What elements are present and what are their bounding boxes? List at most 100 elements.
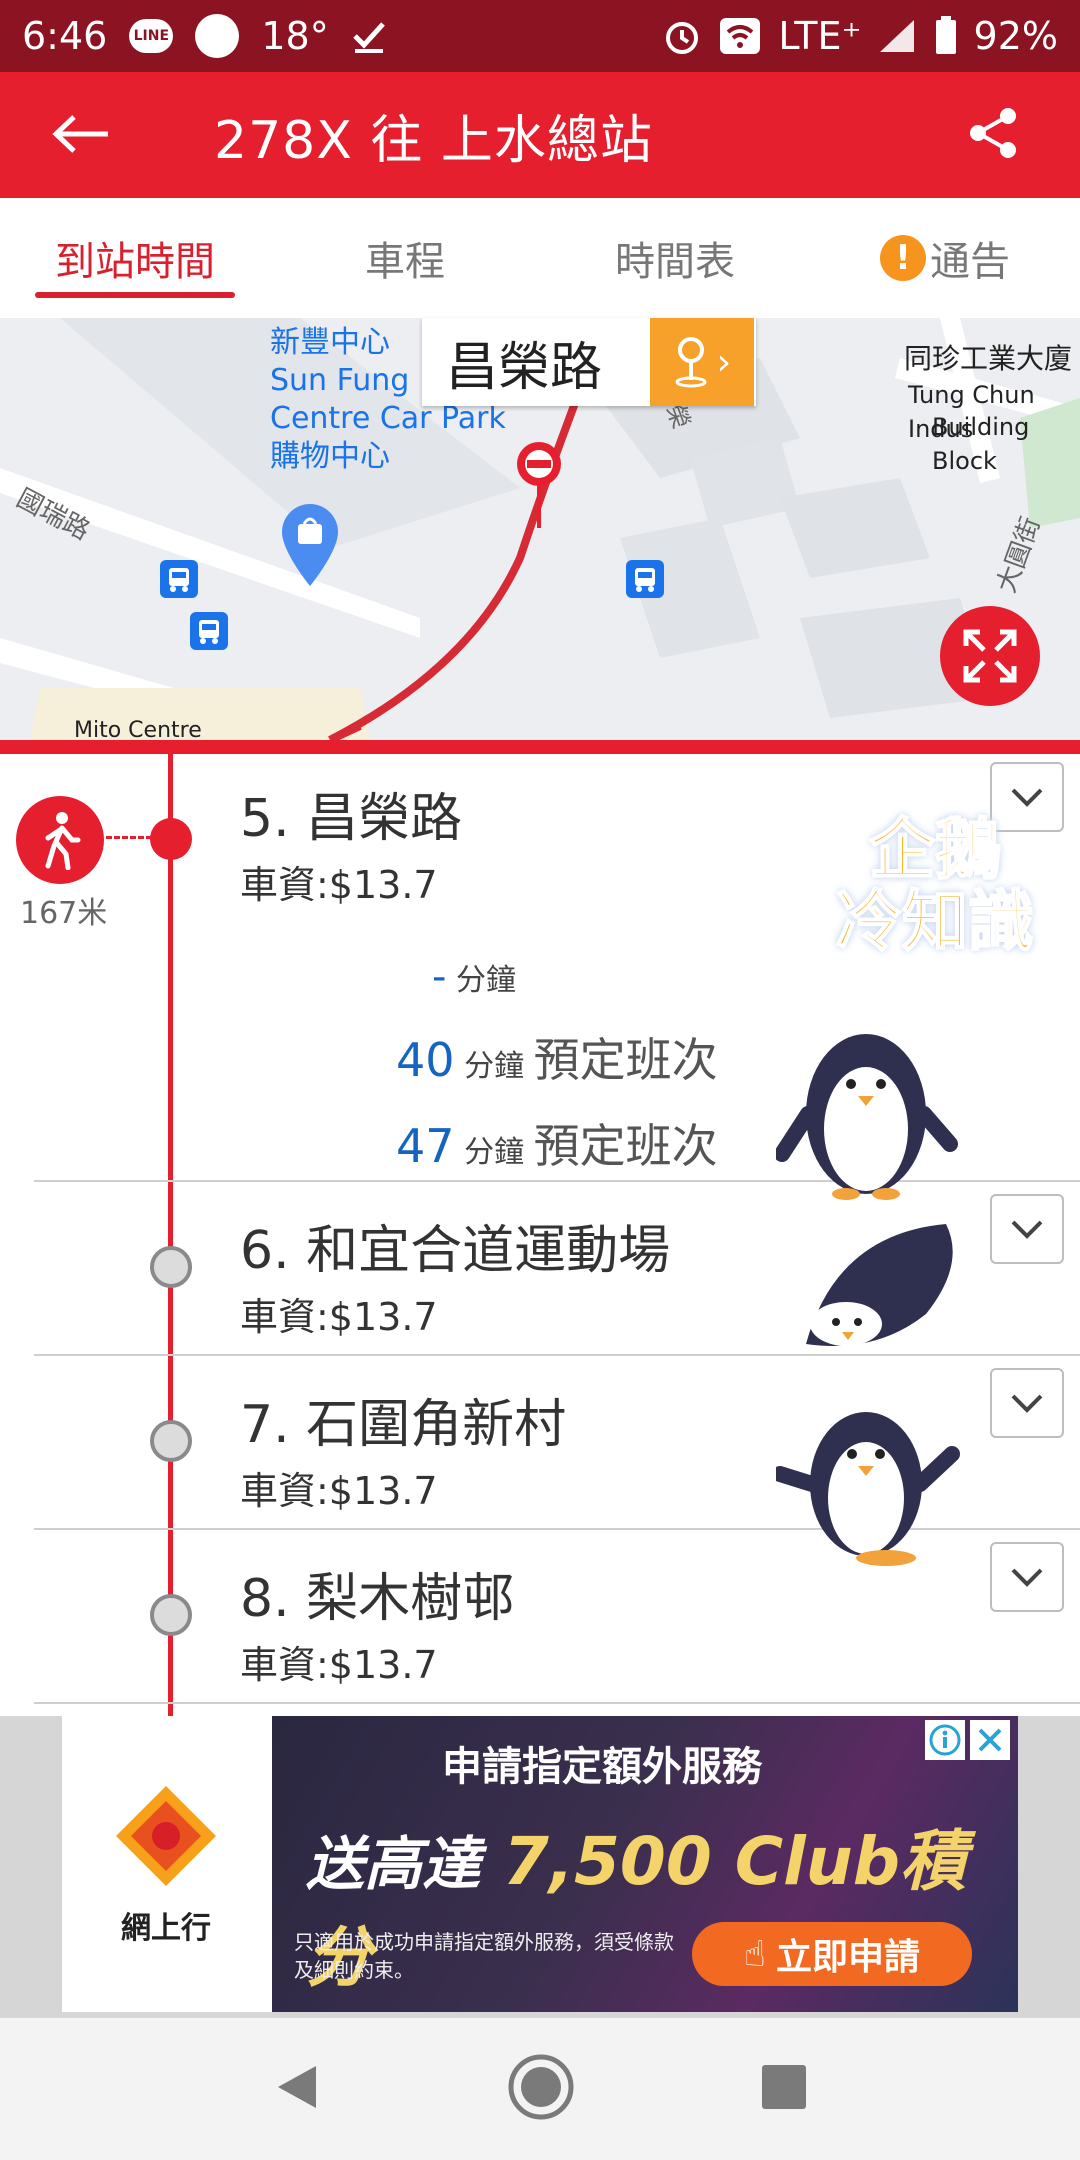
stop-fare: 車資:$13.7 (240, 1295, 438, 1339)
timeline-node-current (150, 818, 192, 860)
battery-level: 92% (973, 14, 1058, 58)
eta-row: - 分鐘 (432, 954, 516, 1000)
timeline-node (150, 1420, 192, 1462)
ad-info-button[interactable] (925, 1720, 965, 1760)
share-icon (970, 108, 1016, 158)
walk-connector (106, 836, 152, 839)
route-title: 278X 往 上水總站 (214, 110, 653, 171)
status-time: 6:46 (22, 14, 108, 58)
eta-note: 預定班次 (533, 1033, 718, 1087)
hand-pointer-icon: ☝ (744, 1933, 766, 1975)
ad-close-button[interactable] (970, 1720, 1010, 1760)
home-circle-icon (508, 2054, 574, 2120)
eta-minutes: 40 (396, 1033, 455, 1087)
map-label-tung-chun-en2: Building Block (932, 413, 1030, 475)
timeline-node (150, 1594, 192, 1636)
stop-marker-icon (517, 442, 561, 528)
walk-button[interactable] (16, 796, 104, 884)
signal-icon (879, 20, 914, 52)
battery-icon (935, 16, 956, 54)
wifi-icon (720, 18, 761, 54)
eta-minutes: 47 (396, 1119, 455, 1173)
download-check-icon (352, 22, 385, 53)
stop-list[interactable]: 167米 5. 昌榮路 車資:$13.7 - 分鐘 40 分鐘 預定班次 47 … (0, 754, 1080, 1716)
expand-map-button[interactable] (940, 606, 1040, 706)
promo-line-2: 冷知識 (835, 883, 1035, 960)
eta-unit: 分鐘 (464, 1135, 525, 1170)
penguin-illustration-icon[interactable] (776, 1014, 976, 1574)
expand-stop-button[interactable] (990, 1194, 1064, 1264)
system-nav-bar (0, 2018, 1080, 2160)
netvigator-logo-icon (116, 1786, 216, 1886)
tab-label: 通告 (930, 239, 1010, 285)
alarm-icon (666, 22, 699, 54)
ad-brand-logo: 網上行 (62, 1716, 270, 2012)
stop-name: 6. 和宜合道運動場 (240, 1221, 671, 1281)
eta-minutes: - (432, 954, 447, 1000)
bus-stop-icon (160, 560, 198, 598)
line-notification-icon: LINE (129, 19, 174, 53)
walk-distance: 167米 (20, 896, 108, 931)
eta-note: 預定班次 (533, 1119, 718, 1173)
stop-name: 8. 梨木樹邨 (240, 1569, 515, 1629)
stop-name: 7. 石圍角新村 (240, 1395, 567, 1455)
status-bar: 6:46 LINE 18° LTE⁺ 92% (0, 0, 1080, 72)
map-label-mito: Mito Centre (74, 718, 202, 740)
map-stop-callout[interactable]: 昌榮路 › (422, 318, 756, 406)
tab-arrival-time[interactable]: 到站時間 (0, 198, 270, 318)
tab-bar: 到站時間 車程 時間表 ! 通告 (0, 198, 1080, 318)
navigate-to-stop-button[interactable]: › (650, 318, 754, 406)
close-icon (978, 1728, 1002, 1752)
app-bar: 278X 往 上水總站 (0, 72, 1080, 198)
back-button[interactable] (52, 103, 144, 168)
ad-content[interactable]: 網上行 申請指定額外服務 送高達 7,500 Club積分 只適用於成功申請指定… (62, 1716, 1018, 2012)
tab-label: 到站時間 (55, 239, 215, 285)
ad-cta-label: 立即申請 (775, 1937, 920, 1978)
chevron-down-icon (1011, 1394, 1043, 1413)
tab-timetable[interactable]: 時間表 (540, 198, 810, 318)
bus-stop-icon (190, 612, 228, 650)
ad-brand-name: 網上行 (121, 1911, 211, 1946)
stop-fare: 車資:$13.7 (240, 1469, 438, 1513)
share-button[interactable] (966, 106, 1020, 164)
nav-back-button[interactable] (272, 2062, 322, 2116)
ad-headline: 申請指定額外服務 (442, 1744, 762, 1790)
expand-stop-button[interactable] (990, 1368, 1064, 1438)
walking-person-icon (45, 812, 81, 870)
stop-fare: 車資:$13.7 (240, 1643, 438, 1687)
notification-dot-icon (195, 14, 240, 58)
alert-icon: ! (880, 235, 926, 281)
square-recents-icon (762, 2065, 806, 2109)
chevron-down-icon (1011, 788, 1043, 807)
shopping-pin-icon (282, 504, 338, 586)
timeline-node (150, 1246, 192, 1288)
tab-journey[interactable]: 車程 (270, 198, 540, 318)
bus-stop-icon (626, 560, 664, 598)
eta-unit: 分鐘 (464, 1049, 525, 1084)
tab-label: 車程 (365, 239, 445, 285)
eta-row: 47 分鐘 預定班次 (396, 1110, 718, 1176)
status-temperature: 18° (261, 14, 329, 58)
nav-recents-button[interactable] (760, 2063, 808, 2115)
nav-home-button[interactable] (506, 2052, 576, 2126)
ad-creative[interactable]: 申請指定額外服務 送高達 7,500 Club積分 只適用於成功申請指定額外服務… (272, 1716, 1018, 2012)
ad-cta-button[interactable]: ☝ 立即申請 (692, 1922, 972, 1986)
row-divider (34, 1702, 1080, 1704)
chevron-down-icon (1011, 1568, 1043, 1587)
expand-stop-button[interactable] (990, 1542, 1064, 1612)
map-label-tung-chun-cn: 同珍工業大廈 (904, 342, 1073, 375)
tab-notice[interactable]: ! 通告 (810, 198, 1080, 318)
eta-unit: 分鐘 (455, 963, 516, 998)
callout-stop-name: 昌榮路 (446, 337, 603, 398)
map-label-sun-fung-cn: 新豐中心 (270, 325, 390, 360)
ad-fine-print: 只適用於成功申請指定額外服務，須受條款及細則約束。 (294, 1930, 674, 1982)
stop-fare: 車資:$13.7 (240, 863, 438, 907)
stop-name: 5. 昌榮路 (240, 789, 463, 849)
map-label-shopping: 購物中心 (270, 439, 390, 474)
ad-offer-lead: 送高達 (306, 1830, 481, 1898)
location-pin-icon (675, 337, 707, 388)
tab-label: 時間表 (615, 239, 735, 285)
penguin-promo-title[interactable]: 企鵝 冷知識 (800, 813, 1070, 960)
triangle-back-icon (278, 2066, 316, 2108)
arrow-left-icon (52, 114, 108, 153)
